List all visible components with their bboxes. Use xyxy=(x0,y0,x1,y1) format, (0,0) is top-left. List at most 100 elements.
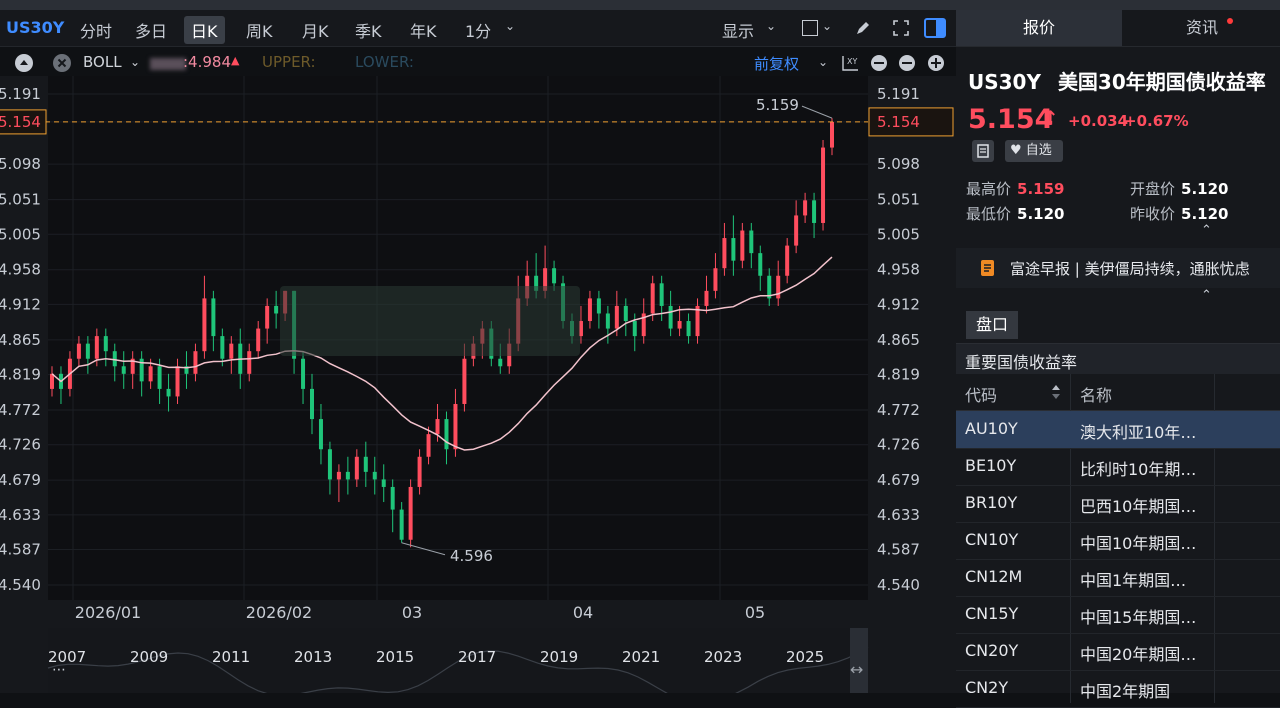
y-tick-label-right: 5.051 xyxy=(877,191,920,209)
collapse-up-icon[interactable] xyxy=(14,53,34,73)
x-tick-label: 05 xyxy=(745,603,765,622)
x-tick-label: 2026/02 xyxy=(246,603,312,622)
quote-name: 美国30年期国债收益率 xyxy=(1057,70,1266,94)
indicator-name[interactable]: BOLL xyxy=(83,53,122,71)
candle-up xyxy=(803,200,808,216)
high-price: 最高价 5.159 xyxy=(966,180,1065,198)
chevron-down-icon[interactable]: ⌄ xyxy=(818,55,828,69)
candle-up xyxy=(50,373,54,389)
zoom-out-icon[interactable] xyxy=(869,53,889,73)
watchlist-button[interactable]: ♥ 自选 xyxy=(1005,140,1063,162)
last-price: 5.154 xyxy=(968,104,1054,135)
y-tick-label-left: 4.726 xyxy=(0,436,41,454)
square-icon[interactable] xyxy=(802,20,818,36)
price-tag-right-text: 5.154 xyxy=(877,113,920,131)
minus-icon[interactable] xyxy=(897,53,917,73)
svg-text:XY: XY xyxy=(847,57,857,66)
candle-up xyxy=(704,290,709,306)
period-tab-1min[interactable]: 1分 xyxy=(465,18,491,42)
candle-up xyxy=(587,298,592,322)
period-tab-multiday[interactable]: 多日 xyxy=(135,18,167,42)
candle-down xyxy=(363,456,368,472)
up-arrow-icon: ↑ xyxy=(1042,106,1059,130)
y-tick-label-left: 5.098 xyxy=(0,155,41,173)
y-tick-label-right: 4.819 xyxy=(877,366,920,384)
candle-down xyxy=(749,230,754,254)
table-row[interactable]: AU10Y 澳大利亚10年… xyxy=(956,411,1280,449)
table-row[interactable]: CN12M 中国1年期国… xyxy=(956,559,1280,597)
chevron-up-icon[interactable]: ⌃ xyxy=(1201,288,1212,303)
period-tab-timeshare[interactable]: 分时 xyxy=(80,18,112,42)
fullscreen-icon[interactable] xyxy=(892,19,910,37)
candle-down xyxy=(381,479,386,487)
candle-up xyxy=(265,305,270,329)
candle-down xyxy=(274,305,279,314)
overview-year-label: 2021 xyxy=(622,648,660,666)
boll-lower-label: LOWER: xyxy=(355,53,414,71)
y-tick-label-left: 5.191 xyxy=(0,85,41,103)
blurred-region xyxy=(280,286,580,356)
candle-up xyxy=(148,366,153,382)
table-row[interactable]: CN15Y 中国15年期国… xyxy=(956,596,1280,634)
boll-mid-value: :4.984 xyxy=(183,53,231,71)
period-tab-daily[interactable]: 日K xyxy=(184,16,225,44)
up-arrow-icon: ▲ xyxy=(231,54,240,67)
panel-toggle-icon[interactable] xyxy=(924,18,946,38)
boll-upper-label: UPPER: xyxy=(262,53,316,71)
pen-icon[interactable] xyxy=(854,19,872,37)
display-menu[interactable]: 显示 xyxy=(722,18,754,42)
candle-down xyxy=(103,336,108,352)
period-tab-monthly[interactable]: 月K xyxy=(302,18,329,42)
table-row[interactable]: CN10Y 中国10年期国… xyxy=(956,522,1280,560)
y-tick-label-right: 4.912 xyxy=(877,295,920,313)
candle-up xyxy=(408,486,413,540)
chevron-down-icon[interactable]: ⌄ xyxy=(130,55,140,69)
candle-down xyxy=(345,471,350,480)
open-price: 开盘价 5.120 xyxy=(1130,180,1229,198)
sort-icon[interactable] xyxy=(1051,384,1061,400)
note-button[interactable] xyxy=(972,140,994,162)
tab-quote[interactable]: 报价 xyxy=(956,10,1122,46)
period-tab-quarterly[interactable]: 季K xyxy=(355,18,382,42)
y-tick-label-right: 4.587 xyxy=(877,541,920,559)
candle-up xyxy=(453,403,458,450)
period-tab-weekly[interactable]: 周K xyxy=(246,18,273,42)
xy-axis-icon[interactable]: XY xyxy=(840,54,860,72)
close-icon[interactable] xyxy=(52,53,72,73)
column-code[interactable]: 代码 xyxy=(965,382,997,406)
tab-news[interactable]: 资讯 xyxy=(1124,10,1280,46)
candle-up xyxy=(650,283,655,314)
price-tag-left-text: 5.154 xyxy=(0,113,41,131)
y-tick-label-right: 4.865 xyxy=(877,331,920,349)
table-row[interactable]: CN2Y 中国2年期国 xyxy=(956,670,1280,708)
adjust-mode-selector[interactable]: 前复权 xyxy=(754,53,799,74)
symbol-selector[interactable]: US30Y xyxy=(6,18,64,37)
bond-table-header: 代码 名称 xyxy=(956,374,1280,411)
zoom-in-icon[interactable] xyxy=(926,53,946,73)
candle-down xyxy=(668,305,673,329)
table-row[interactable]: BR10Y 巴西10年期国… xyxy=(956,485,1280,523)
news-banner[interactable]: 富途早报 | 美伊僵局持续，通胀忧虑 xyxy=(956,248,1280,288)
price-change: +0.034 xyxy=(1068,112,1129,130)
column-name[interactable]: 名称 xyxy=(1080,382,1112,406)
candle-down xyxy=(372,471,377,480)
table-row[interactable]: CN20Y 中国20年期国… xyxy=(956,633,1280,671)
candle-down xyxy=(157,366,162,389)
table-row[interactable]: BE10Y 比利时10年期… xyxy=(956,448,1280,486)
orderbook-tab[interactable]: 盘口 xyxy=(966,311,1019,339)
chevron-down-icon[interactable]: ⌄ xyxy=(822,19,832,33)
blurred-region xyxy=(150,58,186,70)
overview-year-label: 2011 xyxy=(212,648,250,666)
news-icon xyxy=(981,260,994,276)
chevron-down-icon[interactable]: ⌄ xyxy=(766,19,776,33)
candle-down xyxy=(390,486,395,510)
candle-up xyxy=(193,351,198,374)
kline-chart[interactable]: 5.191 5.191 5.154 5.154 5.098 5.098 5.051 5.051… xyxy=(0,76,956,693)
period-tab-yearly[interactable]: 年K xyxy=(410,18,437,42)
note-icon xyxy=(977,144,989,158)
chevron-down-icon[interactable]: ⌄ xyxy=(505,19,515,33)
chevron-up-icon[interactable]: ⌃ xyxy=(1201,223,1212,238)
panel-tabs: 报价 资讯 xyxy=(956,10,1280,47)
candle-up xyxy=(740,230,745,261)
bond-table-title: 重要国债收益率 xyxy=(965,353,1078,372)
